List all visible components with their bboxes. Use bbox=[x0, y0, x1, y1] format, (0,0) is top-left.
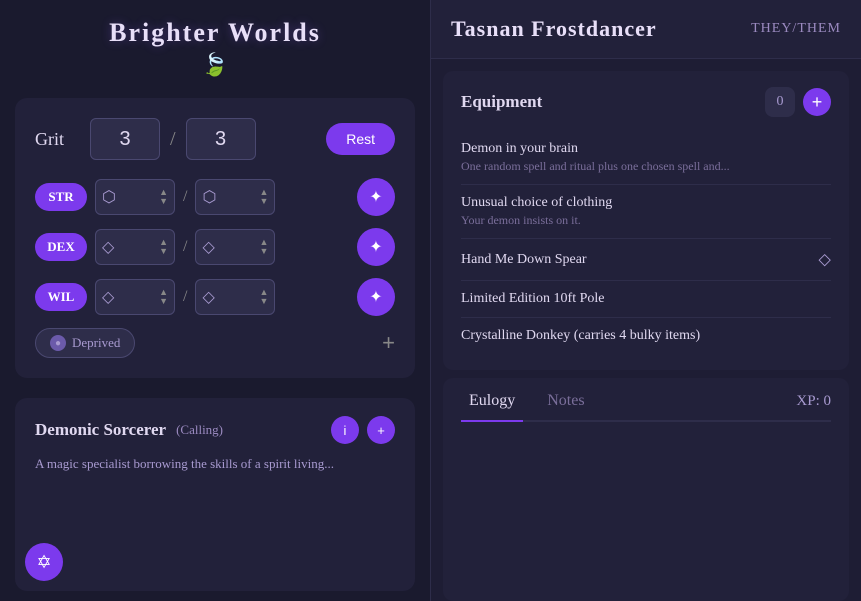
dex-die2-arrows[interactable]: ▲▼ bbox=[260, 238, 269, 256]
deprived-icon: ● bbox=[50, 335, 66, 351]
dex-die1-arrows[interactable]: ▲▼ bbox=[159, 238, 168, 256]
wil-action-button[interactable]: ✦ bbox=[357, 278, 395, 316]
equipment-item-donkey[interactable]: Crystalline Donkey (carries 4 bulky item… bbox=[461, 318, 831, 354]
calling-title: Demonic Sorcerer bbox=[35, 420, 166, 440]
str-slash: / bbox=[183, 188, 187, 206]
logo-section: Brighter Worlds 🍃 bbox=[0, 0, 430, 88]
item-name-pole: Limited Edition 10ft Pole bbox=[461, 291, 831, 307]
item-name-clothing: Unusual choice of clothing bbox=[461, 195, 831, 211]
calling-info-button[interactable]: i bbox=[331, 416, 359, 444]
dex-die1[interactable]: ◇ ▲▼ bbox=[95, 229, 175, 265]
equipment-item-demon-brain[interactable]: Demon in your brain One random spell and… bbox=[461, 131, 831, 185]
wil-die1-arrows[interactable]: ▲▼ bbox=[159, 288, 168, 306]
equipment-title: Equipment bbox=[461, 92, 542, 112]
equipment-add-button[interactable]: + bbox=[803, 88, 831, 116]
diamond-icon: ⬦ bbox=[818, 249, 831, 270]
stats-card: Grit / Rest STR ⬡ ▲▼ / ⬡ ▲▼ ✦ bbox=[15, 98, 415, 378]
tab-notes[interactable]: Notes bbox=[539, 392, 592, 422]
deprived-row: ● Deprived + bbox=[35, 328, 395, 358]
wil-die1[interactable]: ◇ ▲▼ bbox=[95, 279, 175, 315]
equipment-section: Equipment 0 + Demon in your brain One ra… bbox=[443, 71, 849, 370]
left-panel: Brighter Worlds 🍃 Grit / Rest STR ⬡ ▲▼ / bbox=[0, 0, 430, 601]
deprived-label: Deprived bbox=[72, 335, 120, 351]
xp-display: XP: 0 bbox=[796, 393, 831, 420]
dex-die1-icon: ◇ bbox=[102, 237, 114, 257]
app-title: Brighter Worlds bbox=[20, 18, 410, 48]
str-die2[interactable]: ⬡ ▲▼ bbox=[195, 179, 275, 215]
calling-actions: i + bbox=[331, 416, 395, 444]
item-desc-demon-brain: One random spell and ritual plus one cho… bbox=[461, 159, 831, 174]
equipment-item-clothing[interactable]: Unusual choice of clothing Your demon in… bbox=[461, 185, 831, 239]
shield-badge: 0 bbox=[765, 87, 795, 117]
dex-label: DEX bbox=[35, 233, 87, 261]
right-panel: Tasnan Frostdancer THEY/THEM Equipment 0… bbox=[430, 0, 861, 601]
stat-row-dex: DEX ◇ ▲▼ / ◇ ▲▼ ✦ bbox=[35, 228, 395, 266]
xp-label: XP: bbox=[796, 393, 819, 409]
str-action-button[interactable]: ✦ bbox=[357, 178, 395, 216]
spear-row: Hand Me Down Spear ⬦ bbox=[461, 249, 831, 270]
grit-row: Grit / Rest bbox=[35, 118, 395, 160]
xp-value: 0 bbox=[824, 393, 832, 409]
str-die1[interactable]: ⬡ ▲▼ bbox=[95, 179, 175, 215]
tab-eulogy[interactable]: Eulogy bbox=[461, 392, 523, 422]
tabs-header: Eulogy Notes XP: 0 bbox=[461, 392, 831, 422]
rest-button[interactable]: Rest bbox=[326, 123, 395, 155]
equipment-header: Equipment 0 + bbox=[461, 87, 831, 117]
character-pronouns: THEY/THEM bbox=[751, 21, 841, 37]
calling-card: Demonic Sorcerer (Calling) i + A magic s… bbox=[15, 398, 415, 591]
item-name-spear: Hand Me Down Spear bbox=[461, 252, 587, 268]
equipment-item-spear[interactable]: Hand Me Down Spear ⬦ bbox=[461, 239, 831, 281]
wil-die2-arrows[interactable]: ▲▼ bbox=[260, 288, 269, 306]
shield-value: 0 bbox=[777, 94, 784, 110]
str-die1-arrows[interactable]: ▲▼ bbox=[159, 188, 168, 206]
str-label: STR bbox=[35, 183, 87, 211]
item-name-donkey: Crystalline Donkey (carries 4 bulky item… bbox=[461, 328, 831, 344]
deprived-badge[interactable]: ● Deprived bbox=[35, 328, 135, 358]
dex-die2-icon: ◇ bbox=[202, 237, 214, 257]
wil-die1-icon: ◇ bbox=[102, 287, 114, 307]
dex-slash: / bbox=[183, 238, 187, 256]
dex-action-button[interactable]: ✦ bbox=[357, 228, 395, 266]
grit-current-input[interactable] bbox=[90, 118, 160, 160]
dex-die2[interactable]: ◇ ▲▼ bbox=[195, 229, 275, 265]
add-status-button[interactable]: + bbox=[382, 330, 395, 356]
stat-row-str: STR ⬡ ▲▼ / ⬡ ▲▼ ✦ bbox=[35, 178, 395, 216]
wil-die2-icon: ◇ bbox=[202, 287, 214, 307]
calling-label-tag: (Calling) bbox=[176, 422, 223, 438]
logo-leaf-icon: 🍃 bbox=[201, 52, 228, 78]
calling-description: A magic specialist borrowing the skills … bbox=[35, 454, 395, 474]
grit-label: Grit bbox=[35, 129, 80, 150]
grit-max-input[interactable] bbox=[186, 118, 256, 160]
grit-slash: / bbox=[170, 128, 176, 151]
wil-die2[interactable]: ◇ ▲▼ bbox=[195, 279, 275, 315]
wil-slash: / bbox=[183, 288, 187, 306]
character-header: Tasnan Frostdancer THEY/THEM bbox=[431, 0, 861, 59]
item-desc-clothing: Your demon insists on it. bbox=[461, 213, 831, 228]
pentacle-icon: ✡ bbox=[25, 543, 63, 581]
item-name-demon-brain: Demon in your brain bbox=[461, 141, 831, 157]
str-die1-icon: ⬡ bbox=[102, 187, 116, 207]
bottom-tabs: Eulogy Notes XP: 0 bbox=[443, 378, 849, 601]
equipment-item-pole[interactable]: Limited Edition 10ft Pole bbox=[461, 281, 831, 318]
character-name: Tasnan Frostdancer bbox=[451, 16, 657, 42]
str-die2-icon: ⬡ bbox=[202, 187, 216, 207]
stat-row-wil: WIL ◇ ▲▼ / ◇ ▲▼ ✦ bbox=[35, 278, 395, 316]
calling-add-button[interactable]: + bbox=[367, 416, 395, 444]
wil-label: WIL bbox=[35, 283, 87, 311]
str-die2-arrows[interactable]: ▲▼ bbox=[260, 188, 269, 206]
calling-header: Demonic Sorcerer (Calling) i + bbox=[35, 416, 395, 444]
